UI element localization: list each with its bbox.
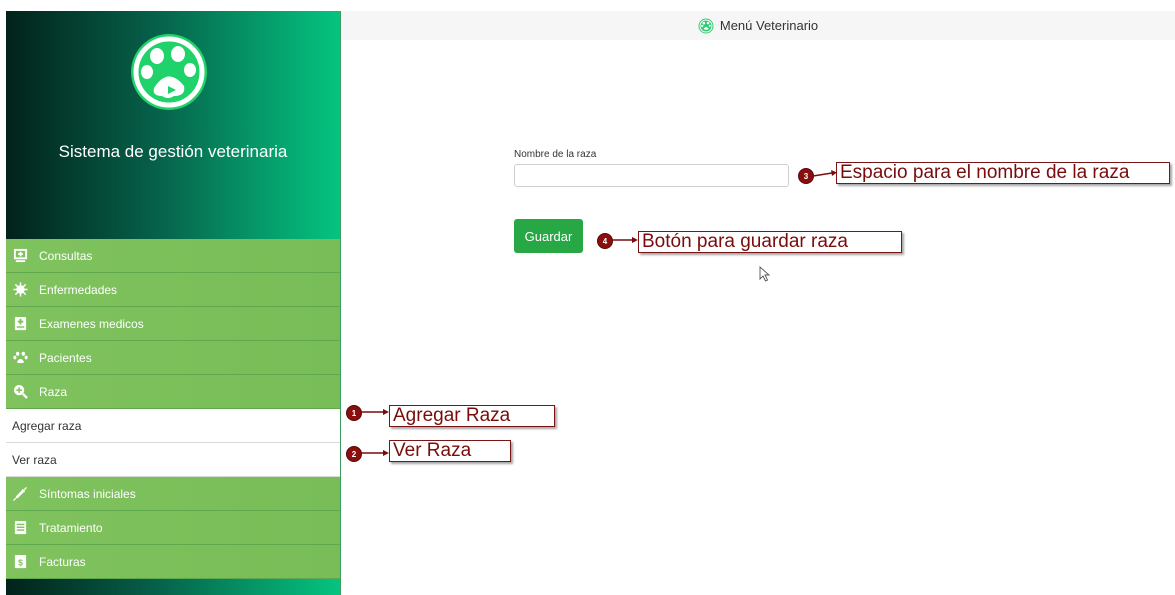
sidebar-item-label: Síntomas iniciales — [39, 486, 136, 501]
paw-logo-icon — [698, 18, 714, 33]
annotation-callout: Ver Raza — [389, 440, 511, 462]
paw-icon — [12, 350, 28, 366]
sidebar-item-label: Raza — [39, 384, 68, 399]
monitor-icon — [12, 248, 28, 264]
annotation-badge: 1 — [346, 405, 362, 421]
sidebar-menu: Consultas Enfermedades Examenes medicos … — [6, 239, 340, 579]
mouse-cursor-icon — [759, 266, 771, 282]
annotation-arrow — [612, 237, 638, 243]
app-title: Sistema de gestión veterinaria — [58, 142, 288, 161]
annotation-badge: 4 — [597, 233, 613, 249]
annotation-badge: 2 — [346, 446, 362, 462]
sidebar-item-enfermedades[interactable]: Enfermedades — [6, 273, 340, 307]
virus-icon — [12, 282, 28, 298]
sidebar-item-raza[interactable]: Raza — [6, 375, 340, 409]
sidebar-item-label: Enfermedades — [39, 282, 118, 297]
breed-name-input[interactable] — [514, 164, 789, 187]
save-button[interactable]: Guardar — [514, 219, 583, 253]
sidebar-subitem-label: Ver raza — [12, 452, 57, 467]
sidebar-item-label: Examenes medicos — [39, 316, 144, 331]
header-title: Menú Veterinario — [719, 18, 819, 33]
annotation-badge: 3 — [798, 168, 814, 184]
sidebar-item-tratamiento[interactable]: Tratamiento — [6, 511, 340, 545]
annotation-arrow — [361, 450, 389, 456]
annotation-callout: Botón para guardar raza — [638, 231, 902, 253]
sidebar-item-label: Facturas — [39, 554, 86, 569]
sidebar-subitem-ver-raza[interactable]: Ver raza — [6, 443, 340, 477]
sidebar-item-label: Consultas — [39, 248, 93, 263]
paw-logo-icon — [131, 34, 207, 110]
invoice-icon: $ — [12, 554, 28, 570]
sidebar-item-label: Pacientes — [39, 350, 92, 365]
sidebar-subitem-label: Agregar raza — [12, 418, 82, 433]
sidebar-subitem-agregar-raza[interactable]: Agregar raza — [6, 409, 340, 443]
sidebar-item-pacientes[interactable]: Pacientes — [6, 341, 340, 375]
annotation-callout: Espacio para el nombre de la raza — [836, 162, 1170, 184]
sidebar-item-examenes[interactable]: Examenes medicos — [6, 307, 340, 341]
sidebar-item-label: Tratamiento — [39, 520, 103, 535]
annotation-arrow — [361, 409, 389, 415]
breed-name-label: Nombre de la raza — [514, 149, 597, 160]
search-plus-icon — [12, 384, 28, 400]
annotation-arrow — [813, 170, 837, 177]
svg-text:$: $ — [18, 558, 23, 568]
sidebar-item-consultas[interactable]: Consultas — [6, 239, 340, 273]
medical-file-icon — [12, 316, 28, 332]
document-icon — [12, 520, 28, 536]
annotation-callout: Agregar Raza — [389, 405, 555, 427]
sidebar-item-facturas[interactable]: $ Facturas — [6, 545, 340, 579]
sidebar-item-sintomas[interactable]: Síntomas iniciales — [6, 477, 340, 511]
sidebar-divider — [340, 11, 341, 595]
syringe-icon — [12, 486, 28, 502]
top-header: Menú Veterinario — [341, 11, 1175, 40]
sidebar: Sistema de gestión veterinaria Consultas… — [6, 11, 340, 595]
